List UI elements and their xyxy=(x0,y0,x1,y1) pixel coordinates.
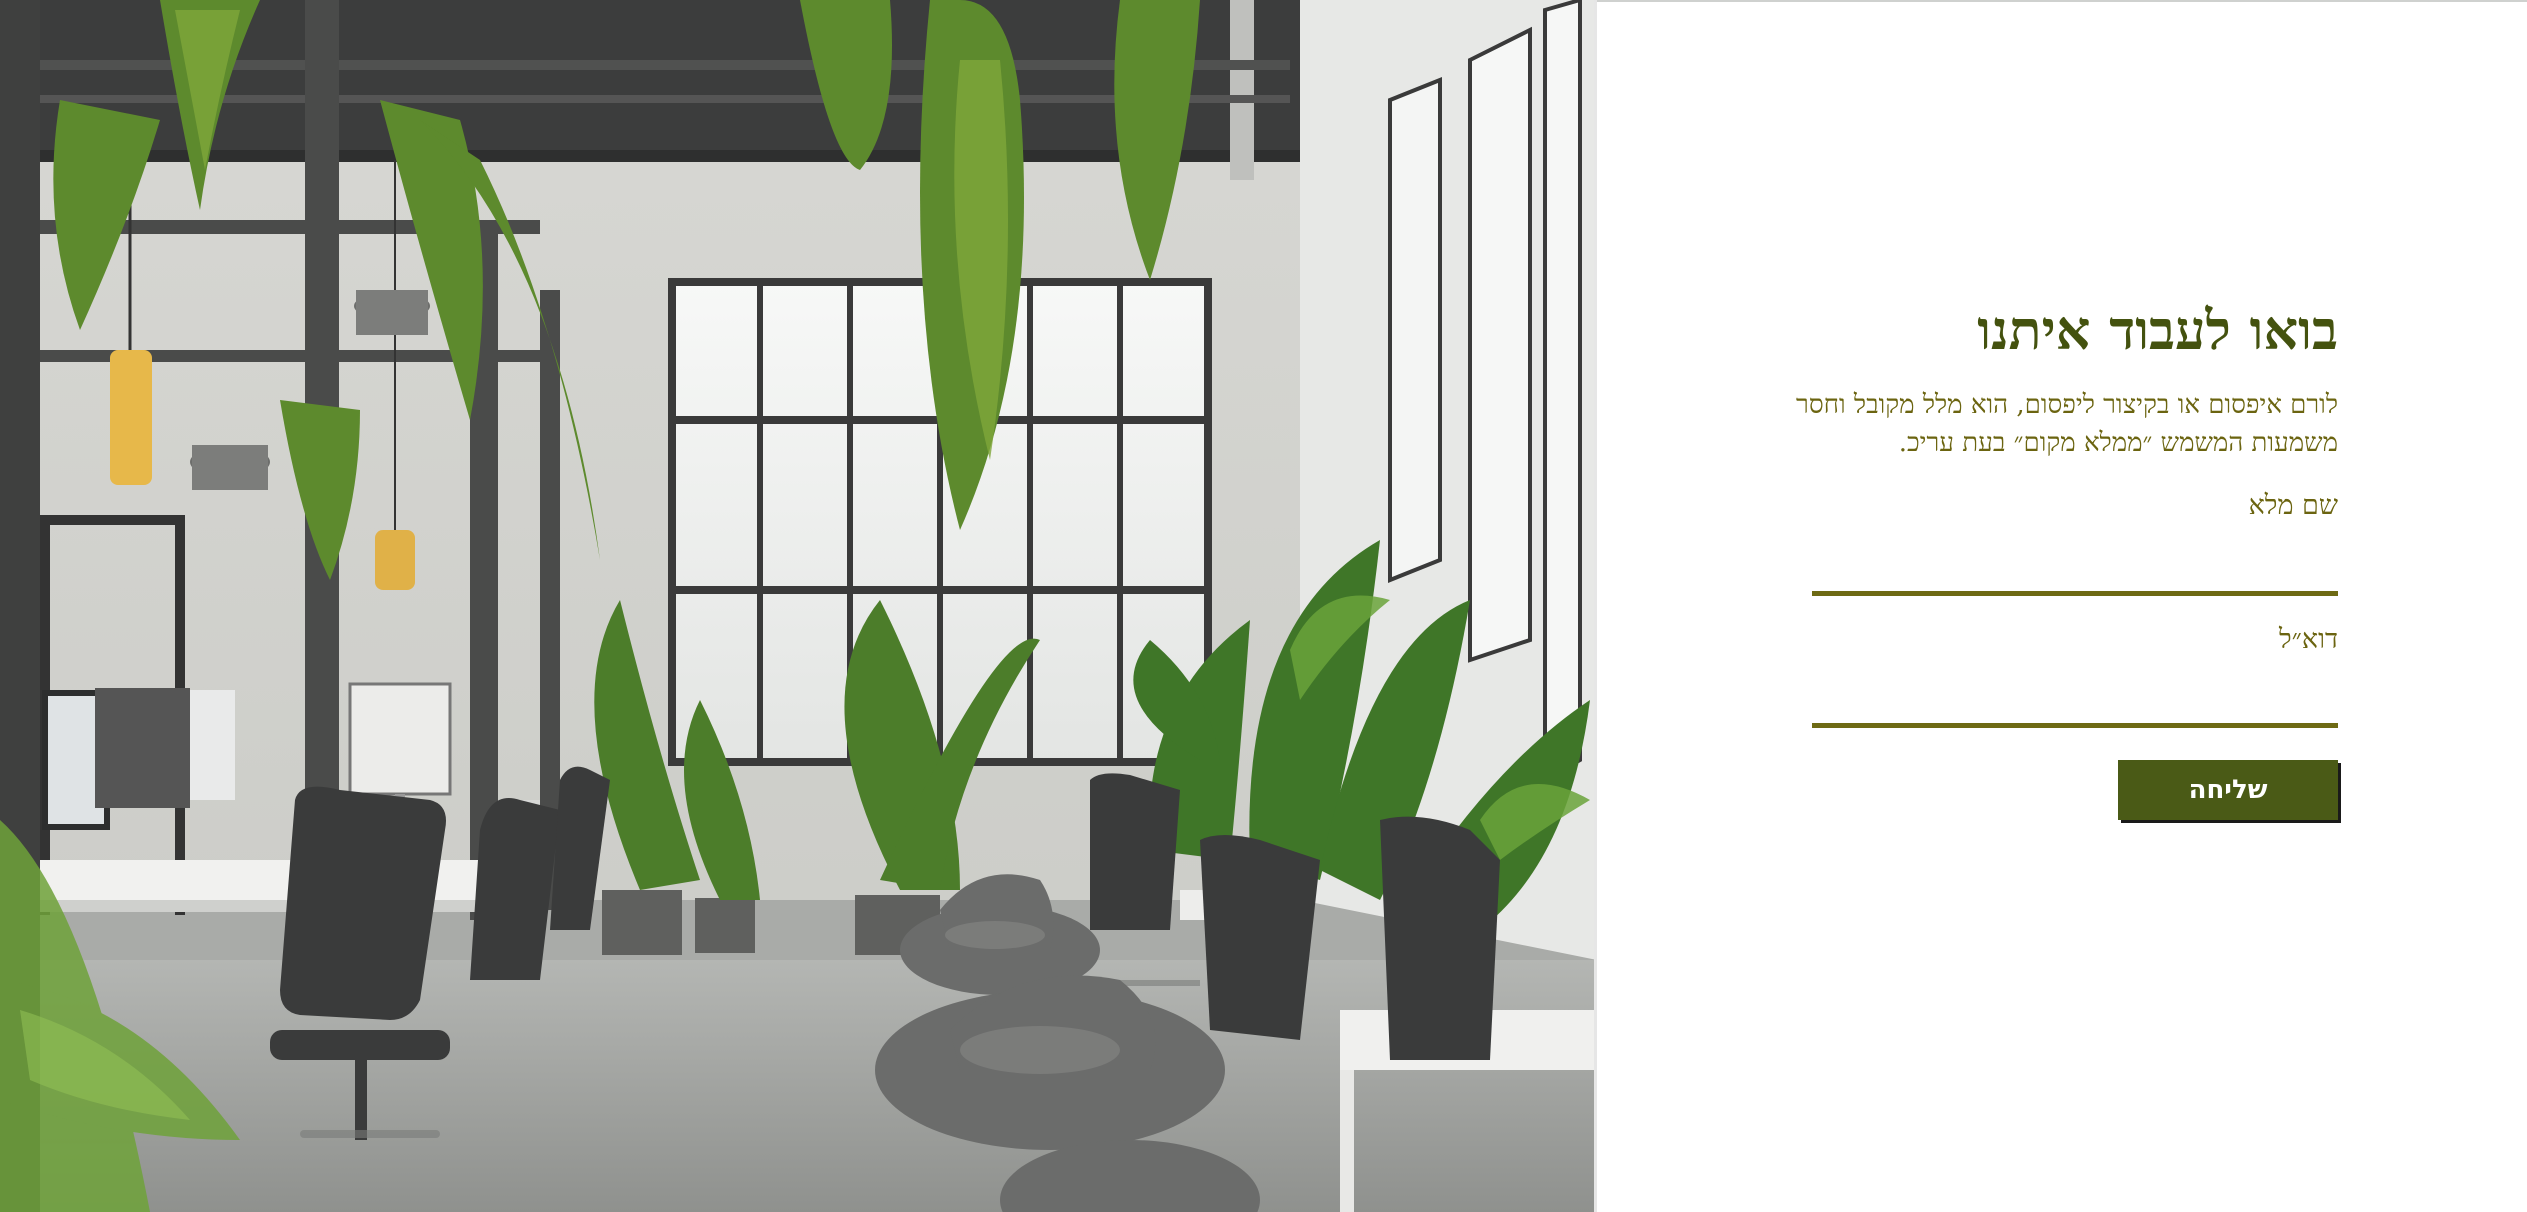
join-us-form: בואו לעבוד איתנו לורם איפסום או בקיצור ל… xyxy=(1778,294,2338,820)
full-name-input[interactable] xyxy=(1812,549,2338,596)
email-input[interactable] xyxy=(1812,681,2338,728)
submit-button[interactable]: שליחה xyxy=(2118,760,2338,820)
form-title: בואו לעבוד איתנו xyxy=(1977,298,2338,362)
email-label: דוא״ל xyxy=(2279,624,2338,655)
form-description: לורם איפסום או בקיצור ליפסום, הוא מלל מק… xyxy=(1796,390,2338,458)
form-panel: בואו לעבוד איתנו לורם איפסום או בקיצור ל… xyxy=(1597,0,2527,1212)
hero-image xyxy=(0,0,1597,1212)
office-illustration xyxy=(0,0,1597,1212)
full-name-label: שם מלא xyxy=(2248,490,2338,521)
